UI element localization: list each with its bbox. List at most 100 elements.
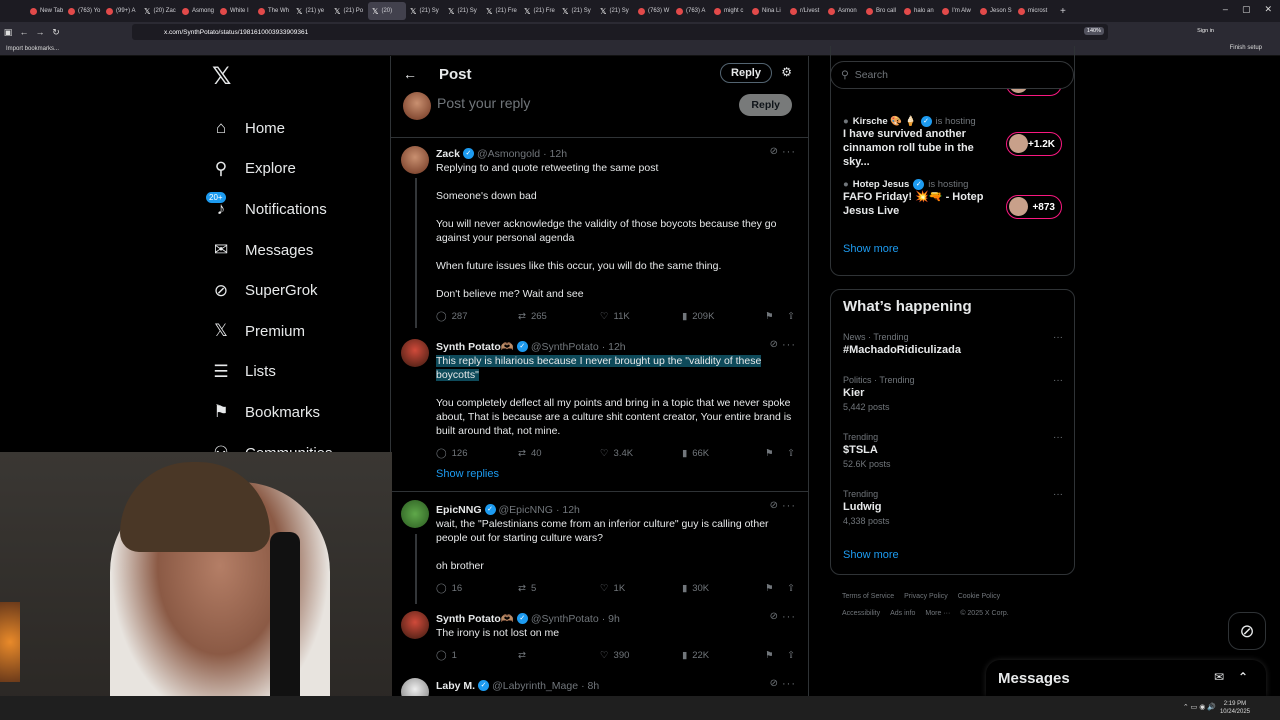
more-options-icon[interactable]: ··· — [1053, 489, 1063, 500]
browser-tab[interactable]: 𝕏 (20) — [368, 2, 406, 20]
reply-post[interactable]: Laby M. ✓ @Labyrinth_Mage · 8h ⊘ ··· — [391, 670, 808, 706]
system-tray-icons[interactable]: ⌃ ▭ ◉ 🔊 — [1183, 703, 1216, 711]
browser-tab[interactable]: Asmon — [824, 2, 862, 20]
grok-icon[interactable]: ⊘ — [770, 339, 778, 350]
new-message-icon[interactable]: ✉ — [1214, 670, 1224, 684]
grok-fab-icon[interactable]: ⊘ — [1228, 612, 1266, 650]
nav-item-home[interactable]: ⌂ Home — [210, 108, 390, 149]
author-handle[interactable]: @SynthPotato — [531, 341, 599, 353]
footer-link[interactable]: Privacy Policy — [904, 593, 948, 600]
post-time[interactable]: · 12h — [602, 341, 626, 353]
grok-icon[interactable]: ⊘ — [770, 146, 778, 157]
repost-action[interactable]: ⇄ — [518, 650, 531, 661]
expand-icon[interactable]: ⌃ — [1238, 670, 1248, 684]
browser-tab[interactable]: Nina Li — [748, 2, 786, 20]
footer-link[interactable]: Cookie Policy — [958, 593, 1000, 600]
trend-item[interactable]: Trending $TSLA 52.6K posts ··· — [843, 432, 1063, 469]
reply-action[interactable]: ◯ 287 — [436, 311, 468, 322]
import-bookmarks-link[interactable]: Import bookmarks... — [6, 46, 59, 52]
reply-post[interactable]: Synth Potato🫶🏽 ✓ @SynthPotato · 9h ⊘ ··· The i… — [391, 603, 808, 670]
nav-item-messages[interactable]: ✉ Messages — [210, 230, 390, 271]
live-space-item[interactable]: ● Kirsche 🎨 🍦 ✓ is hosting I have survived a… — [843, 116, 1003, 169]
trend-item[interactable]: Politics · Trending Kier 5,442 posts ··· — [843, 375, 1063, 412]
browser-tab[interactable]: The Wh — [254, 2, 292, 20]
reply-action[interactable]: ◯ 1 — [436, 650, 457, 661]
browser-tab[interactable]: Jeson S — [976, 2, 1014, 20]
views-action[interactable]: ▮ 66K — [682, 448, 709, 459]
avatar[interactable] — [401, 146, 429, 174]
footer-link[interactable]: © 2025 X Corp. — [960, 610, 1008, 617]
bookmark-icon[interactable]: ⚑ — [765, 311, 774, 322]
trend-item[interactable]: News · Trending #MachadoRidiculizada ··· — [843, 332, 1063, 356]
browser-tab[interactable]: (763) W — [634, 2, 672, 20]
listener-count-pill[interactable]: +873 — [1006, 195, 1062, 219]
post-time[interactable]: · 9h — [602, 613, 620, 625]
bookmark-icon[interactable]: ⚑ — [765, 650, 774, 661]
browser-tab[interactable]: 𝕏 (21) Sy — [558, 2, 596, 20]
browser-tab[interactable]: microst — [1014, 2, 1052, 20]
author-handle[interactable]: @Asmongold — [477, 148, 540, 160]
browser-tab[interactable]: (99+) A — [102, 2, 140, 20]
author-handle[interactable]: @Labyrinth_Mage — [492, 680, 578, 692]
search-input[interactable]: ⚲ Search — [830, 61, 1074, 89]
browser-tab[interactable]: 𝕏 (21) Sy — [406, 2, 444, 20]
browser-tab[interactable]: 𝕏 (21) Po — [330, 2, 368, 20]
browser-tab[interactable]: New Tab — [26, 2, 64, 20]
show-more-link[interactable]: Show more — [843, 549, 899, 561]
new-tab-icon[interactable]: + — [1060, 6, 1066, 17]
avatar[interactable] — [401, 611, 429, 639]
browser-tab[interactable]: halo an — [900, 2, 938, 20]
browser-tab[interactable]: (763) Yo — [64, 2, 102, 20]
more-options-icon[interactable]: ··· — [1053, 432, 1063, 443]
repost-action[interactable]: ⇄ 5 — [518, 583, 536, 594]
sign-in-button[interactable]: Sign in — [1197, 28, 1214, 34]
listener-count-pill[interactable]: +1.2K — [1006, 132, 1062, 156]
show-more-link[interactable]: Show more — [843, 243, 899, 255]
post-time[interactable]: · 8h — [581, 680, 599, 692]
views-action[interactable]: ▮ 30K — [682, 583, 709, 594]
back-icon[interactable]: ← — [16, 27, 32, 37]
repost-action[interactable]: ⇄ 265 — [518, 311, 547, 322]
author-name[interactable]: Zack — [436, 148, 460, 160]
browser-tab[interactable]: I'm Alw — [938, 2, 976, 20]
more-options-icon[interactable]: ··· — [782, 611, 796, 623]
author-handle[interactable]: @EpicNNG — [499, 504, 553, 516]
browser-tab[interactable]: (763) A — [672, 2, 710, 20]
share-icon[interactable]: ⇪ — [787, 311, 795, 322]
browser-tab[interactable]: Bro call — [862, 2, 900, 20]
share-icon[interactable]: ⇪ — [787, 448, 795, 459]
sidebar-toggle-icon[interactable]: ▣ — [0, 27, 16, 38]
footer-link[interactable]: More ··· — [925, 610, 950, 617]
browser-tab[interactable]: might c — [710, 2, 748, 20]
footer-link[interactable]: Accessibility — [842, 610, 880, 617]
browser-tab[interactable]: White I — [216, 2, 254, 20]
window-controls[interactable]: – ▢ ✕ — [1223, 4, 1272, 15]
browser-tab[interactable]: Asmong — [178, 2, 216, 20]
grok-icon[interactable]: ⊘ — [770, 611, 778, 622]
grok-icon[interactable]: ⊘ — [770, 678, 778, 689]
bookmark-icon[interactable]: ⚑ — [765, 583, 774, 594]
like-action[interactable]: ♡ 11K — [600, 311, 630, 322]
minimize-icon[interactable]: – — [1223, 4, 1228, 15]
author-handle[interactable]: @SynthPotato — [531, 613, 599, 625]
messages-dock[interactable]: Messages ✉ ⌃ — [986, 660, 1266, 696]
avatar[interactable] — [401, 500, 429, 528]
reply-action[interactable]: ◯ 126 — [436, 448, 468, 459]
browser-tab[interactable]: 𝕏 (21) ye — [292, 2, 330, 20]
reply-post[interactable]: EpicNNG ✓ @EpicNNG · 12h ⊘ ··· wait, the "Pale… — [391, 492, 808, 604]
nav-item-notifications[interactable]: ♪ 20+ Notifications — [206, 189, 390, 230]
post-time[interactable]: · 12h — [543, 148, 567, 160]
nav-item-explore[interactable]: ⚲ Explore — [210, 149, 390, 190]
live-space-item[interactable]: ● Hotep Jesus ✓ is hosting FAFO Friday! 💥🔫 -… — [843, 179, 1003, 218]
more-options-icon[interactable]: ··· — [782, 500, 796, 512]
trend-item[interactable]: Trending Ludwig 4,338 posts ··· — [843, 489, 1063, 526]
show-replies-link[interactable]: Show replies — [391, 468, 808, 492]
browser-tab[interactable]: 𝕏 (21) Fre — [520, 2, 558, 20]
reply-action[interactable]: ◯ 16 — [436, 583, 462, 594]
author-name[interactable]: Laby M. — [436, 680, 475, 692]
more-options-icon[interactable]: ··· — [1053, 375, 1063, 386]
like-action[interactable]: ♡ 390 — [600, 650, 629, 661]
footer-link[interactable]: Terms of Service — [842, 593, 894, 600]
reply-button[interactable]: Reply — [720, 63, 772, 83]
address-bar[interactable]: x.com/SynthPotato/status/198161000393390… — [132, 24, 1108, 40]
